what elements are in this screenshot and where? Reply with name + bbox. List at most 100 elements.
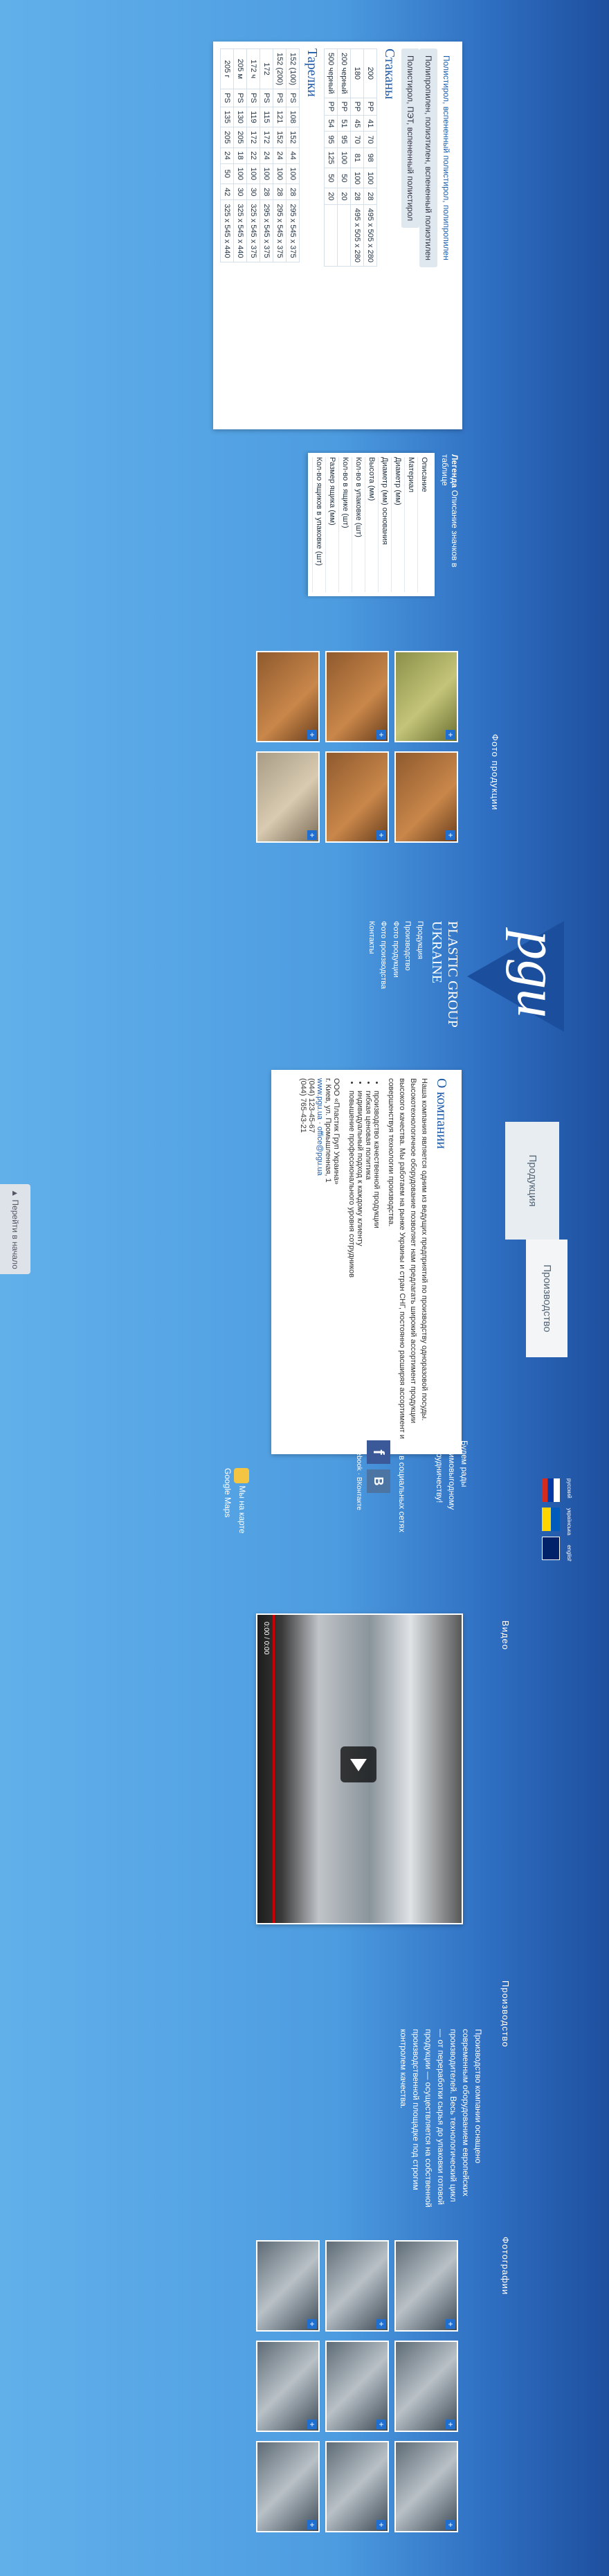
brand-menu-item[interactable]: Контакты	[365, 921, 377, 989]
flag-ua-icon[interactable]	[542, 1508, 560, 1531]
production-photo[interactable]: +	[256, 2341, 320, 2432]
plates-table: 152 (100) PS 108 152 44 100 28 295 x 545 x 375 1…	[220, 48, 300, 262]
table-cell: 28	[350, 188, 364, 205]
table-cell: 325 x 545 x 440	[220, 199, 234, 262]
plus-icon: +	[446, 2520, 455, 2530]
table-cell: PP	[363, 98, 377, 116]
table-cell: 42	[220, 184, 234, 200]
production-photo[interactable]: +	[325, 2341, 389, 2432]
facebook-icon[interactable]: f	[367, 1440, 390, 1464]
table-cell: 115	[260, 107, 273, 127]
product-photo[interactable]: +	[325, 651, 389, 742]
table-cell: 205	[233, 127, 247, 147]
table-cell: 135	[220, 107, 234, 127]
table-cell: PS	[286, 89, 300, 107]
about-text: Наша компания является одним из ведущих …	[387, 1078, 428, 1439]
product-photo[interactable]: +	[325, 751, 389, 843]
table-cell: 121	[273, 107, 287, 127]
vk-label: ВКонтакте	[355, 1476, 363, 1510]
vk-icon[interactable]: B	[367, 1469, 390, 1493]
table-cell: 24	[273, 147, 287, 164]
table-cell: 30	[246, 184, 260, 200]
table-cell: 24	[220, 147, 234, 164]
phone-1: (044) 123-45-67	[307, 1078, 316, 1133]
table-cell: 495 x 505 x 280	[363, 204, 377, 267]
table-cell: 495 x 505 x 280	[350, 204, 364, 267]
legend-item: Высота (мм)	[365, 457, 378, 592]
flag-en-icon[interactable]	[542, 1537, 560, 1560]
about-bullets: производство качественной продукциигибка…	[347, 1078, 381, 1446]
product-photo[interactable]: +	[394, 751, 458, 843]
brand-menu-item[interactable]: Фото производства	[377, 921, 390, 989]
plus-icon: +	[446, 730, 455, 740]
site-link[interactable]: www.pgu.ua	[316, 1078, 324, 1120]
about-panel: О компании Наша компания является одним …	[271, 1070, 462, 1454]
legend-item: Кол-во в упаковке (шт)	[352, 457, 365, 592]
table-cell	[324, 204, 338, 267]
table-cell: 81	[350, 147, 364, 168]
table-cell: 172	[246, 127, 260, 147]
product-photo[interactable]: +	[256, 651, 320, 742]
table-cell: 28	[286, 184, 300, 200]
table-row: 180 PP 45 70 81 100 28 495 x 505 x 280	[350, 48, 364, 267]
table-cell: 45	[350, 115, 364, 132]
production-photo[interactable]: +	[394, 2341, 458, 2432]
production-photo[interactable]: +	[394, 2441, 458, 2532]
table-row: 200 черный PP 51 95 100 50 20	[337, 48, 351, 267]
table-cell: 100	[363, 168, 377, 188]
product-photo[interactable]: +	[256, 751, 320, 843]
header-tab-production[interactable]: Производство	[526, 1240, 567, 1357]
tab-pp[interactable]: Полипропилен, полиэтилен, вспененный пол…	[419, 48, 437, 268]
map-link[interactable]: Мы на карте Google Maps	[215, 1468, 249, 1551]
table-cell: 500 черный	[324, 48, 338, 98]
table-cell: 41	[363, 115, 377, 132]
plus-icon: +	[446, 830, 455, 840]
back-to-top-button[interactable]: ▲ Перейти в начало	[0, 1184, 30, 1274]
plus-icon: +	[307, 2520, 317, 2530]
table-cell: 200	[363, 48, 377, 98]
video-player[interactable]: 0:00 / 0:00	[256, 1613, 463, 1924]
arrow-up-icon: ▲	[10, 1189, 20, 1200]
table-row: 172 ч PS 119 172 22 100 30 325 x 545 x 375	[246, 48, 260, 262]
production-photo[interactable]: +	[394, 2240, 458, 2332]
header-tab-products[interactable]: Продукция	[505, 1122, 559, 1240]
email-link[interactable]: office@pgu.ua	[316, 1127, 324, 1176]
table-cell: 100	[350, 168, 364, 188]
production-title: Производство	[500, 1980, 511, 2048]
lang-ru[interactable]: русский	[563, 1478, 572, 1499]
table-cell: 180	[350, 48, 364, 98]
table-cell: 130	[233, 107, 247, 127]
cups-table: 200 PP 41 70 98 100 28 495 x 505 x 280 180 PP 45 70…	[324, 48, 377, 267]
production-photo[interactable]: +	[256, 2441, 320, 2532]
table-row: 205 г PS 135 205 24 50 42 325 x 545 x 440	[220, 48, 234, 262]
table-cell: 205 м	[233, 48, 247, 89]
table-cell: 22	[246, 147, 260, 164]
play-button-icon[interactable]	[340, 1746, 376, 1782]
brand-menu-item[interactable]: Производство	[401, 921, 414, 989]
production-photo[interactable]: +	[325, 2441, 389, 2532]
plus-icon: +	[307, 830, 317, 840]
video-progress-bar[interactable]	[273, 1615, 275, 1923]
table-cell: PS	[246, 89, 260, 107]
tab-pet[interactable]: Полистирол, ПЭТ, вспененный полистирол	[401, 48, 419, 229]
table-cell: 295 x 545 x 375	[260, 199, 273, 262]
table-cell: 100	[246, 163, 260, 184]
lang-en[interactable]: english	[563, 1545, 572, 1562]
table-cell: 100	[273, 163, 287, 184]
table-row: 152 (200) PS 121 152 24 100 28 295 x 545 x 375	[273, 48, 287, 262]
table-cell: 20	[324, 188, 338, 205]
brand-menu-item[interactable]: Фото продукции	[389, 921, 401, 989]
production-photo[interactable]: +	[256, 2240, 320, 2332]
flag-ru-icon[interactable]	[542, 1478, 560, 1502]
production-photo[interactable]: +	[325, 2240, 389, 2332]
table-cell: 152 (100)	[286, 48, 300, 89]
product-photo[interactable]: +	[394, 651, 458, 742]
about-bullet: производство качественной продукции	[372, 1091, 381, 1446]
plates-title: Тарелки	[304, 48, 320, 97]
lang-ua[interactable]: українська	[563, 1508, 572, 1535]
products-panel: Полистирол, вспененный полистирол, полип…	[213, 42, 462, 429]
legend-title: Легенда	[450, 454, 460, 488]
brand-menu-item[interactable]: Продукция	[413, 921, 426, 989]
tab-ps[interactable]: Полистирол, вспененный полистирол, полип…	[437, 48, 455, 267]
table-cell: 108	[286, 107, 300, 127]
